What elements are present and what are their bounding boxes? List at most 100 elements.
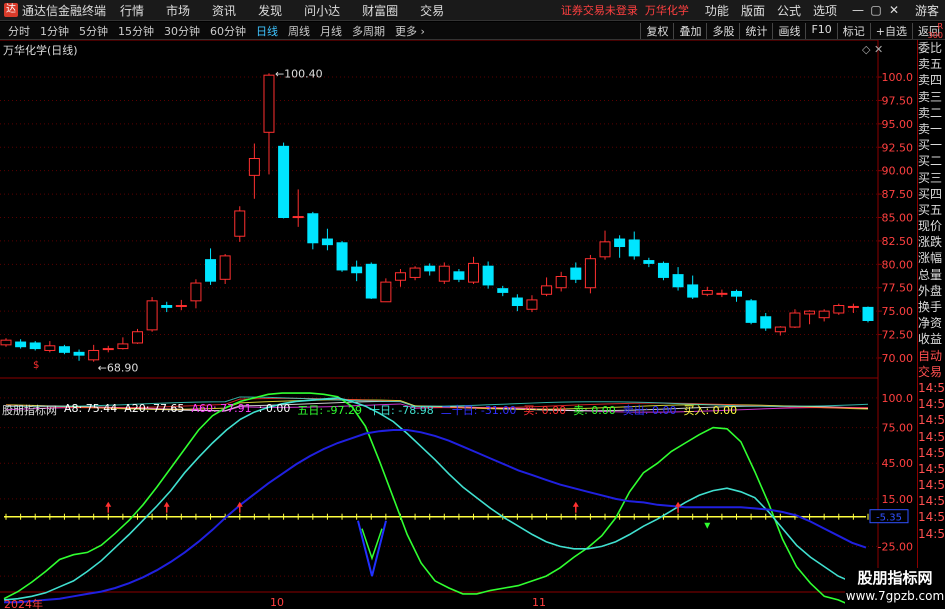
side-item-0[interactable]: 委比	[918, 40, 945, 56]
candle-body	[701, 290, 713, 295]
indicator-tick-label: 15.00	[882, 493, 914, 506]
menu-item-3[interactable]: 发现	[258, 2, 282, 19]
menu-item-0[interactable]: 行情	[120, 2, 144, 19]
side-item-1[interactable]: 卖五	[918, 56, 945, 72]
menu-item-1[interactable]: 市场	[166, 2, 190, 19]
indicator-name[interactable]: 股朋指标网	[2, 402, 57, 418]
candle-body	[497, 288, 509, 293]
indicator-header: 股朋指标网 A8: 75.44 A20: 77.65 A60: 77.91: 0.0…	[2, 402, 737, 418]
right-menu-item-2[interactable]: 公式	[777, 2, 801, 19]
chart-area[interactable]: 100.0 97.50 95.00 92.50 90.00 87.50 85.00 82.50…	[0, 40, 945, 609]
buy-arrow-head	[163, 501, 170, 507]
side-item-21[interactable]: 14:56	[918, 380, 945, 396]
period-tab-4[interactable]: 30分钟	[162, 23, 202, 39]
side-item-6[interactable]: 买一	[918, 137, 945, 153]
side-item-9[interactable]: 买四	[918, 186, 945, 202]
side-item-19[interactable]: 自动	[918, 348, 945, 364]
side-top-indicator: R 300	[927, 22, 943, 40]
candle-body	[88, 349, 100, 361]
indicator-value-4: 五日: -97.29	[297, 404, 363, 417]
period-tab-1[interactable]: 1分钟	[38, 23, 71, 39]
right-menu-item-0[interactable]: 功能	[705, 2, 729, 19]
toolbar-btn-7[interactable]: +自选	[869, 22, 912, 39]
candle-body	[351, 266, 363, 274]
price-tick-label: 97.50	[882, 94, 914, 107]
candle-body	[263, 74, 275, 133]
menu-item-5[interactable]: 财富圈	[362, 2, 398, 19]
toolbar-btn-4[interactable]: 画线	[772, 22, 805, 39]
candle-body	[584, 258, 596, 289]
chart-corner-icons[interactable]: ◇ ✕	[862, 43, 883, 56]
period-tab-9[interactable]: 多周期	[350, 23, 387, 39]
side-item-8[interactable]: 买三	[918, 170, 945, 186]
side-item-2[interactable]: 卖四	[918, 72, 945, 88]
candle-body	[687, 284, 699, 298]
side-item-10[interactable]: 买五	[918, 202, 945, 218]
right-menu-item-1[interactable]: 版面	[741, 2, 765, 19]
side-item-29[interactable]: 14:56	[918, 509, 945, 525]
close-icon: ✕	[873, 43, 884, 56]
side-item-12[interactable]: 涨跌	[918, 234, 945, 250]
menu-item-6[interactable]: 交易	[420, 2, 444, 19]
kline-chart[interactable]: 100.0 97.50 95.00 92.50 90.00 87.50 85.00 82.50…	[0, 40, 945, 609]
maximize-icon[interactable]: ▢	[867, 3, 885, 17]
side-item-24[interactable]: 14:56	[918, 429, 945, 445]
side-item-25[interactable]: 14:56	[918, 445, 945, 461]
close-icon[interactable]: ✕	[885, 3, 903, 17]
side-item-23[interactable]: 14:56	[918, 412, 945, 428]
diamond-icon: ◇	[862, 43, 871, 56]
login-notice[interactable]: 证券交易未登录 万华化学	[561, 2, 689, 18]
side-item-22[interactable]: 14:56	[918, 396, 945, 412]
period-tab-3[interactable]: 15分钟	[116, 23, 156, 39]
side-item-28[interactable]: 14:56	[918, 493, 945, 509]
side-item-27[interactable]: 14:56	[918, 477, 945, 493]
side-item-18[interactable]: 收益	[918, 331, 945, 347]
period-tab-5[interactable]: 60分钟	[208, 23, 248, 39]
period-tab-10[interactable]: 更多 ›	[393, 23, 427, 39]
toolbar-btn-6[interactable]: 标记	[836, 22, 870, 39]
candle-body	[774, 326, 786, 333]
minimize-icon[interactable]: —	[849, 3, 867, 17]
right-menu-item-3[interactable]: 选项	[813, 2, 837, 19]
side-item-4[interactable]: 卖二	[918, 105, 945, 121]
high-label: ←100.40	[275, 67, 323, 80]
toolbar-btn-0[interactable]: 复权	[640, 22, 673, 39]
candle-body	[804, 310, 816, 315]
side-item-30[interactable]: 14:56	[918, 526, 945, 542]
side-item-15[interactable]: 外盘	[918, 283, 945, 299]
toolbar-btn-1[interactable]: 叠加	[673, 22, 706, 39]
side-item-3[interactable]: 卖三	[918, 89, 945, 105]
low-label: ←68.90	[98, 362, 139, 375]
side-item-14[interactable]: 总量	[918, 267, 945, 283]
indicator-tick-label: 75.00	[882, 422, 914, 435]
candle-body	[292, 216, 304, 219]
side-item-26[interactable]: 14:56	[918, 461, 945, 477]
candle-body	[628, 239, 640, 257]
period-tab-7[interactable]: 周线	[286, 23, 312, 39]
toolbar-btn-5[interactable]: F10	[805, 22, 836, 39]
candle-body	[380, 281, 392, 303]
price-tick-label: 77.50	[882, 282, 914, 295]
side-item-16[interactable]: 换手	[918, 299, 945, 315]
period-tab-6[interactable]: 日线	[254, 23, 280, 39]
guest-label[interactable]: 游客	[915, 2, 939, 19]
menu-item-4[interactable]: 问小达	[304, 2, 340, 19]
indicator-value-6: 二十日: -31.00	[440, 404, 517, 417]
side-item-13[interactable]: 涨幅	[918, 250, 945, 266]
period-tab-0[interactable]: 分时	[6, 23, 32, 39]
side-item-11[interactable]: 现价	[918, 218, 945, 234]
candle-body	[862, 306, 874, 321]
menu-item-2[interactable]: 资讯	[212, 2, 236, 19]
period-tab-2[interactable]: 5分钟	[77, 23, 110, 39]
side-item-17[interactable]: 净资	[918, 315, 945, 331]
side-item-7[interactable]: 买二	[918, 153, 945, 169]
side-item-20[interactable]: 交易	[918, 364, 945, 380]
app-title: 通达信金融终端	[22, 3, 107, 18]
toolbar-btn-2[interactable]: 多股	[706, 22, 739, 39]
candle-body	[468, 262, 480, 283]
period-tab-8[interactable]: 月线	[318, 23, 344, 39]
dividend-marker-icon: $	[33, 360, 39, 371]
side-item-5[interactable]: 卖一	[918, 121, 945, 137]
toolbar-btn-3[interactable]: 统计	[739, 22, 772, 39]
candle-body	[555, 275, 567, 289]
